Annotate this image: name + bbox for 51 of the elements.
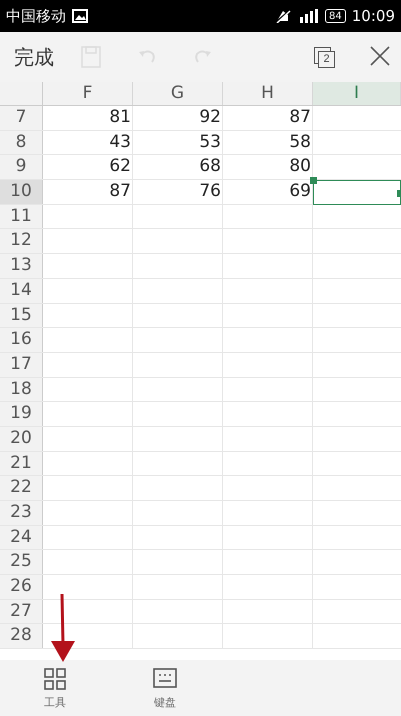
row-header[interactable]: 12 <box>0 229 43 254</box>
table-cell-text: 69 <box>288 180 312 204</box>
row-header[interactable]: 8 <box>0 130 43 154</box>
row-header[interactable]: 19 <box>0 402 43 426</box>
table-cell-text: 81 <box>108 106 132 129</box>
column-header[interactable]: G <box>133 82 223 105</box>
table-cell-text: 76 <box>198 180 222 204</box>
row-header[interactable]: 23 <box>0 501 43 525</box>
image-icon <box>72 9 88 23</box>
battery-level: 84 <box>325 9 346 23</box>
column-header[interactable]: F <box>43 82 133 105</box>
row-header[interactable]: 11 <box>0 204 43 228</box>
signal-icon <box>297 9 320 23</box>
mute-icon <box>275 9 292 23</box>
grid-icon <box>43 666 67 690</box>
row-header[interactable]: 25 <box>0 550 43 574</box>
row-header[interactable]: 16 <box>0 328 43 352</box>
keyboard-icon <box>152 666 178 690</box>
table-cell-text: 62 <box>108 155 132 178</box>
table-cell-text: 87 <box>108 180 132 204</box>
row-header[interactable]: 7 <box>0 106 43 130</box>
table-cell-text: 43 <box>108 130 132 154</box>
row-header[interactable]: 9 <box>0 155 43 180</box>
row-header[interactable]: 10 <box>0 180 43 204</box>
table-cell-text: 87 <box>288 106 312 129</box>
row-header[interactable]: 27 <box>0 600 43 624</box>
row-header[interactable]: 21 <box>0 452 43 476</box>
row-header[interactable]: 14 <box>0 278 43 302</box>
tools-button[interactable]: 工具 <box>0 660 110 716</box>
table-cell-text: 80 <box>288 155 312 178</box>
row-header[interactable]: 24 <box>0 526 43 550</box>
done-button[interactable]: 完成 <box>14 44 54 70</box>
row-header[interactable]: 15 <box>0 304 43 328</box>
table-cell-text: 92 <box>198 106 222 129</box>
row-header[interactable]: 22 <box>0 476 43 500</box>
clock: 10:09 <box>352 7 395 25</box>
arrow-annotation <box>50 593 76 663</box>
row-header[interactable]: 26 <box>0 575 43 599</box>
table-cell-text: 58 <box>288 130 312 154</box>
carrier-name: 中国移动 <box>6 6 66 26</box>
row-header[interactable]: 18 <box>0 378 43 402</box>
row-header[interactable]: 17 <box>0 352 43 377</box>
column-header[interactable]: I <box>313 82 401 105</box>
table-cell-text: 53 <box>198 130 222 154</box>
table-cell-text: 68 <box>198 155 222 178</box>
row-header[interactable]: 20 <box>0 426 43 451</box>
row-header[interactable]: 13 <box>0 254 43 278</box>
keyboard-button[interactable]: 键盘 <box>110 660 220 716</box>
selected-cell[interactable] <box>313 180 401 205</box>
tabs-button[interactable]: 2 <box>311 44 337 70</box>
row-header[interactable]: 28 <box>0 624 43 648</box>
